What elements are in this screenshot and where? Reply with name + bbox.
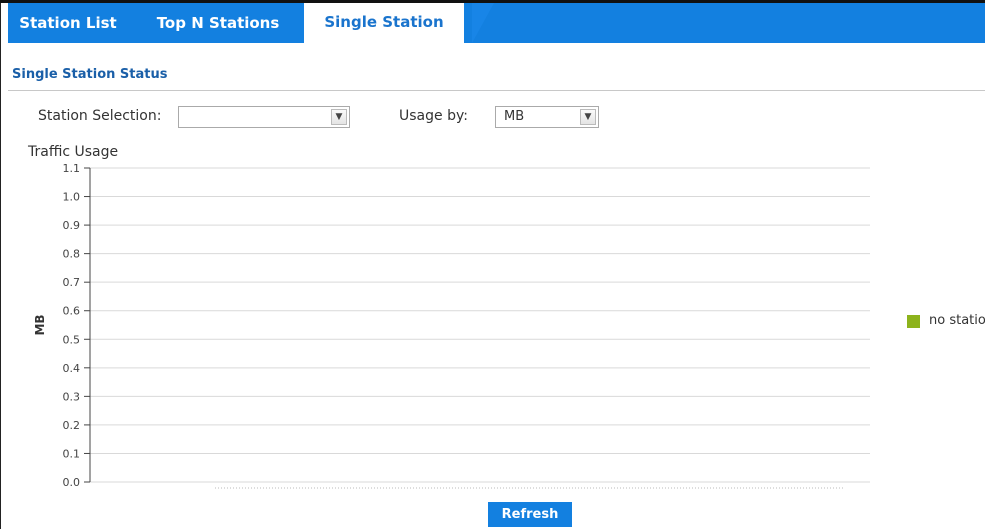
traffic-usage-chart: 0.0 0.1 0.2 0.3 0.4 0.5 0.6 0.7 0.8 0.9 1.0 1.1 MB (33, 162, 870, 489)
chart-grid (90, 167, 870, 483)
refresh-button[interactable]: Refresh (488, 502, 572, 527)
y-tick-label: 0.3 (63, 390, 81, 403)
y-axis-label: MB (33, 314, 47, 335)
legend-swatch (907, 315, 920, 328)
y-tick-label: 1.0 (63, 191, 81, 204)
y-tick-label: 0.7 (63, 276, 81, 289)
y-tick-label: 0.4 (63, 362, 81, 375)
legend-label: no statio (929, 313, 985, 328)
y-tick-label: 0.2 (63, 419, 81, 432)
y-tick-label: 0.1 (63, 447, 81, 460)
y-tick-label: 1.1 (63, 162, 81, 175)
y-tick-label: 0.5 (63, 333, 81, 346)
y-axis: 0.0 0.1 0.2 0.3 0.4 0.5 0.6 0.7 0.8 0.9 1.0 1.1 (63, 162, 91, 489)
y-tick-label: 0.9 (63, 219, 81, 232)
y-tick-label: 0.8 (63, 248, 81, 261)
y-tick-label: 0.0 (63, 476, 81, 489)
y-tick-label: 0.6 (63, 305, 81, 318)
